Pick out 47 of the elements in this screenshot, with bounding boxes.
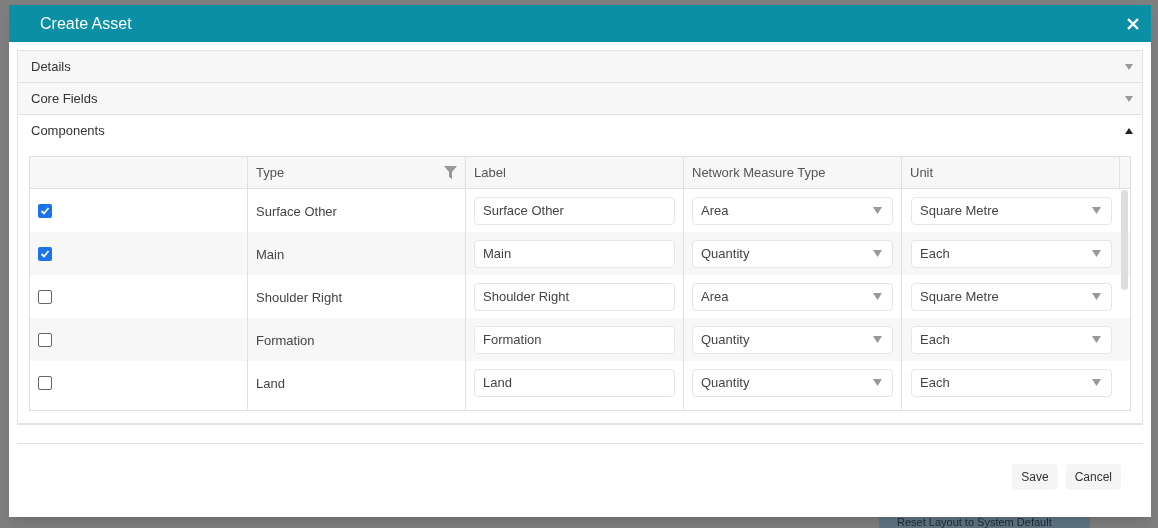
column-header: Network Measure Type [692,163,826,182]
dropdown-field[interactable]: Quantity [692,368,893,397]
table-cell-text: Land [256,374,285,393]
save-button[interactable]: Save [1012,464,1058,490]
close-icon[interactable] [1127,17,1139,30]
dropdown-field[interactable]: Each [911,239,1112,268]
dropdown-field[interactable]: Square Metre [911,196,1112,225]
column-header: Unit [910,163,934,182]
table-cell-text: Surface Other [256,202,337,221]
dropdown-caret-icon [1092,250,1101,257]
row-checkbox[interactable] [38,203,52,218]
row-checkbox[interactable] [38,332,52,347]
dropdown-field[interactable]: Area [692,196,893,225]
row-checkbox[interactable] [38,375,52,390]
dropdown-caret-icon [1092,379,1101,386]
table-cell-text: Main [256,245,285,264]
accordion-header[interactable]: Details [18,51,1142,82]
label-input[interactable]: Land [474,368,675,397]
column-header: Type [256,163,285,182]
row-checkbox[interactable] [38,246,52,261]
column-header: Label [474,163,506,182]
table-cell-text: Shoulder Right [256,288,342,307]
dropdown-field[interactable]: Each [911,368,1112,397]
dialog-title: Create Asset [40,13,132,34]
cancel-button[interactable]: Cancel [1065,464,1121,490]
dropdown-caret-icon [873,293,882,300]
label-input[interactable]: Surface Other [474,196,675,225]
dropdown-caret-icon [1092,293,1101,300]
table-cell-text: Formation [256,331,315,350]
dropdown-caret-icon [873,207,882,214]
dropdown-field[interactable]: Quantity [692,239,893,268]
dropdown-field[interactable]: Area [692,282,893,311]
dropdown-field[interactable]: Each [911,325,1112,354]
filter-icon[interactable] [444,166,457,179]
label-input[interactable]: Formation [474,325,675,354]
label-input[interactable]: Shoulder Right [474,282,675,311]
dropdown-caret-icon [873,250,882,257]
dropdown-field[interactable]: Quantity [692,325,893,354]
label-input[interactable]: Main [474,239,675,268]
accordion-header[interactable]: Core Fields [18,83,1142,114]
row-checkbox[interactable] [38,289,52,304]
dropdown-field[interactable]: Square Metre [911,282,1112,311]
dropdown-caret-icon [873,379,882,386]
scrollbar-thumb[interactable] [1121,190,1128,290]
dropdown-caret-icon [873,336,882,343]
dropdown-caret-icon [1092,207,1101,214]
dropdown-caret-icon [1092,336,1101,343]
